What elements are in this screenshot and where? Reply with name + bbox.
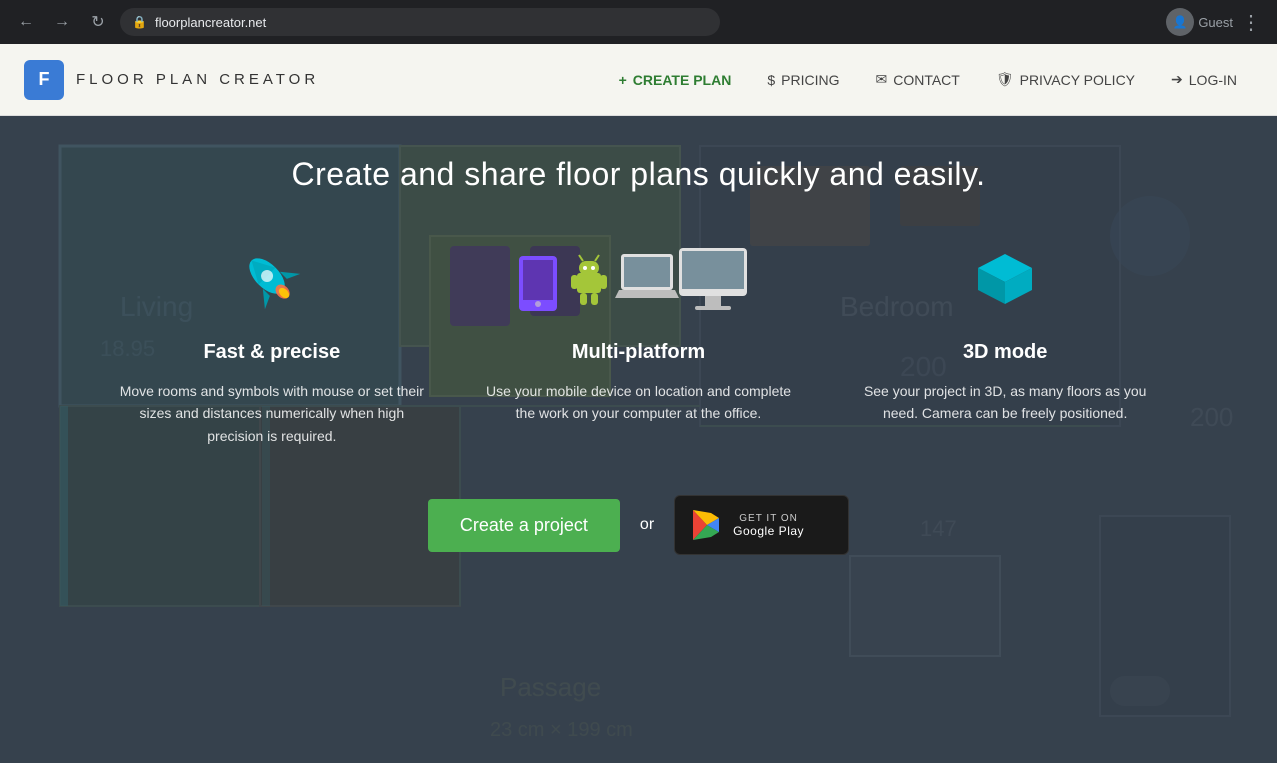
nav-login-label: LOG-IN (1189, 72, 1237, 88)
nav-create-plan[interactable]: + CREATE PLAN (603, 64, 748, 96)
guest-label: Guest (1198, 15, 1233, 30)
nav-create-plan-label: CREATE PLAN (633, 72, 732, 88)
feature-desc-3d: See your project in 3D, as many floors a… (852, 380, 1159, 425)
forward-button[interactable]: → (48, 8, 76, 36)
nav-privacy[interactable]: 🛡 PRIVACY POLICY (980, 63, 1151, 96)
logo-link[interactable]: F FLOOR PLAN CREATOR (24, 60, 319, 100)
plus-icon: + (619, 72, 627, 88)
feature-fast-precise: Fast & precise Move rooms and symbols wi… (89, 241, 456, 447)
nav-pricing-label: PRICING (781, 72, 839, 88)
rocket-icon (237, 246, 307, 316)
feature-title-multi: Multi-platform (572, 341, 705, 364)
user-avatar[interactable]: 👤 (1166, 8, 1194, 36)
feature-icon-multi (519, 241, 759, 321)
logo-icon: F (24, 60, 64, 100)
create-project-button[interactable]: Create a project (428, 499, 620, 552)
dollar-icon: $ (767, 72, 775, 88)
lock-icon: 🔒 (132, 15, 147, 29)
nav-pricing[interactable]: $ PRICING (751, 64, 855, 96)
browser-right-controls: 👤 Guest ⋮ (1166, 8, 1265, 36)
shield-icon: 🛡 (996, 71, 1014, 88)
nav-contact[interactable]: ✉ CONTACT (859, 63, 975, 96)
address-bar[interactable]: 🔒 floorplancreator.net (120, 8, 720, 36)
cta-or-label: or (640, 516, 654, 534)
feature-3d-mode: 3D mode See your project in 3D, as many … (822, 241, 1189, 447)
hero-headline: Create and share floor plans quickly and… (292, 156, 986, 193)
platform-icons (519, 246, 759, 316)
features-row: Fast & precise Move rooms and symbols wi… (89, 241, 1189, 447)
logo-text: FLOOR PLAN CREATOR (76, 71, 319, 88)
avatar-icon: 👤 (1173, 15, 1188, 29)
browser-menu-button[interactable]: ⋮ (1237, 10, 1265, 35)
feature-title-fast: Fast & precise (203, 341, 340, 364)
play-google-text: Google Play (733, 524, 804, 538)
browser-chrome: ← → ↻ 🔒 floorplancreator.net 👤 Guest ⋮ (0, 0, 1277, 44)
google-play-icon (691, 508, 721, 542)
feature-desc-fast: Move rooms and symbols with mouse or set… (119, 380, 426, 447)
nav-contact-label: CONTACT (893, 72, 960, 88)
url-text: floorplancreator.net (155, 15, 266, 30)
feature-title-3d: 3D mode (963, 341, 1047, 364)
cta-row: Create a project or GET IT ON Google Pla… (428, 495, 849, 555)
play-text: GET IT ON Google Play (733, 513, 804, 538)
feature-icon-fast (237, 241, 307, 321)
feature-icon-3d (970, 241, 1040, 321)
google-play-button[interactable]: GET IT ON Google Play (674, 495, 849, 555)
nav-login[interactable]: ➔ LOG-IN (1155, 63, 1253, 96)
hero-section: Living 18.95 Bedroom 200 Passage 23 cm ×… (0, 116, 1277, 763)
3d-box-icon (970, 246, 1040, 316)
nav-privacy-label: PRIVACY POLICY (1020, 72, 1135, 88)
play-get-text: GET IT ON (733, 513, 804, 524)
hero-content: Create and share floor plans quickly and… (0, 116, 1277, 555)
back-button[interactable]: ← (12, 8, 40, 36)
login-icon: ➔ (1171, 71, 1183, 88)
feature-desc-multi: Use your mobile device on location and c… (485, 380, 792, 425)
app-navbar: F FLOOR PLAN CREATOR + CREATE PLAN $ PRI… (0, 44, 1277, 116)
main-nav: + CREATE PLAN $ PRICING ✉ CONTACT 🛡 PRIV… (603, 63, 1253, 96)
mail-icon: ✉ (875, 71, 887, 88)
feature-multi-platform: Multi-platform Use your mobile device on… (455, 241, 822, 447)
refresh-button[interactable]: ↻ (84, 8, 112, 36)
